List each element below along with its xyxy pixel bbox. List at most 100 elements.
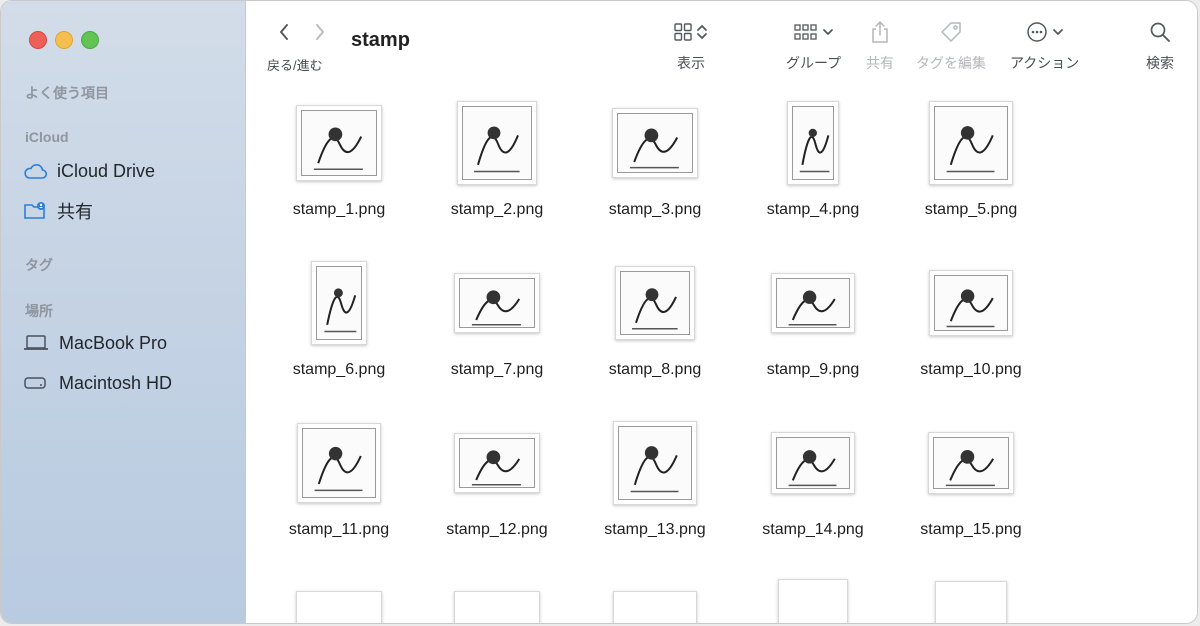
stamp-illustration (620, 271, 690, 335)
zoom-button[interactable] (81, 31, 99, 49)
file-item[interactable]: stamp_4.png (738, 87, 888, 237)
file-thumbnail[interactable] (613, 591, 697, 623)
sidebar-section-favorites: よく使う項目 (25, 85, 109, 101)
file-item[interactable]: stamp_3.png (580, 87, 730, 237)
action-label: アクション (1010, 55, 1080, 71)
stamp-illustration (459, 438, 535, 488)
chevron-down-icon (822, 29, 833, 35)
file-item[interactable]: stamp_8.png (580, 247, 730, 397)
sidebar-item-icloud-drive[interactable]: iCloud Drive (23, 158, 233, 184)
sidebar-item-macintosh-hd[interactable]: Macintosh HD (23, 370, 233, 396)
stamp-illustration (459, 278, 535, 328)
file-thumbnail[interactable] (454, 273, 540, 333)
chevron-up-down-icon (697, 25, 707, 39)
file-item[interactable]: stamp_7.png (422, 247, 572, 397)
sidebar-section-tags: タグ (25, 257, 53, 273)
file-name[interactable]: stamp_9.png (738, 361, 888, 379)
file-name[interactable]: stamp_2.png (422, 201, 572, 219)
grid-icon (674, 23, 692, 41)
tags-label: タグを編集 (916, 55, 986, 71)
toolbar: 戻る/進む stamp 表示 グループ 共有 タグを編集 アクション 検索 (246, 1, 1197, 87)
file-thumbnail[interactable] (613, 421, 697, 505)
file-name[interactable]: stamp_6.png (264, 361, 414, 379)
file-thumbnail[interactable] (928, 432, 1014, 494)
share-button[interactable]: 共有 (866, 17, 894, 73)
sidebar: よく使う項目 iCloud iCloud Drive 共有 タグ 場所 MacB… (1, 1, 246, 623)
file-name[interactable]: stamp_14.png (738, 521, 888, 539)
file-name[interactable]: stamp_8.png (580, 361, 730, 379)
file-item[interactable]: stamp_9.png (738, 247, 888, 397)
file-name[interactable]: stamp_13.png (580, 521, 730, 539)
group-label: グループ (786, 55, 842, 71)
sidebar-item-macbook-pro[interactable]: MacBook Pro (23, 330, 233, 356)
file-grid: stamp_1.png stamp_2.png stamp_3.png stamp_4… (246, 87, 1197, 623)
file-thumbnail[interactable] (615, 266, 695, 340)
sidebar-section-locations: 場所 (25, 303, 53, 319)
close-button[interactable] (29, 31, 47, 49)
file-name[interactable]: stamp_15.png (896, 521, 1046, 539)
minimize-button[interactable] (55, 31, 73, 49)
file-thumbnail[interactable] (929, 270, 1013, 336)
sidebar-item-shared[interactable]: 共有 (23, 198, 233, 224)
file-thumbnail[interactable] (935, 581, 1007, 623)
view-label: 表示 (677, 55, 705, 71)
group-button[interactable]: グループ (786, 17, 841, 73)
view-button[interactable]: 表示 (674, 17, 708, 73)
chevron-left-icon (280, 24, 288, 40)
file-item[interactable]: stamp_12.png (422, 407, 572, 557)
file-thumbnail[interactable] (457, 101, 537, 185)
file-item[interactable]: stamp_11.png (264, 407, 414, 557)
file-item[interactable]: stamp_10.png (896, 247, 1046, 397)
file-item[interactable]: stamp_1.png (264, 87, 414, 237)
file-name[interactable]: stamp_11.png (264, 521, 414, 539)
cloud-icon (24, 164, 47, 179)
file-name[interactable]: stamp_5.png (896, 201, 1046, 219)
file-thumbnail[interactable] (771, 273, 855, 333)
file-thumbnail[interactable] (454, 433, 540, 493)
stamp-illustration (776, 278, 850, 328)
file-name[interactable]: stamp_12.png (422, 521, 572, 539)
file-thumbnail[interactable] (454, 591, 540, 623)
search-icon (1150, 22, 1170, 42)
file-name[interactable]: stamp_4.png (738, 201, 888, 219)
forward-button[interactable] (308, 19, 332, 45)
shared-folder-icon (24, 202, 45, 219)
file-thumbnail[interactable] (612, 108, 698, 178)
action-button[interactable]: アクション (1010, 17, 1079, 73)
file-thumbnail[interactable] (929, 101, 1013, 185)
file-name[interactable]: stamp_10.png (896, 361, 1046, 379)
file-thumbnail[interactable] (297, 423, 381, 503)
file-thumbnail[interactable] (771, 432, 855, 494)
file-name[interactable]: stamp_1.png (264, 201, 414, 219)
stamp-illustration (776, 437, 850, 489)
file-item[interactable]: stamp_15.png (896, 407, 1046, 557)
stamp-illustration (934, 106, 1008, 180)
back-button[interactable] (272, 19, 296, 45)
file-item[interactable]: stamp_6.png (264, 247, 414, 397)
file-thumbnail[interactable] (311, 261, 367, 345)
file-item[interactable]: stamp_14.png (738, 407, 888, 557)
sidebar-item-label: 共有 (57, 202, 93, 222)
search-label: 検索 (1146, 55, 1174, 71)
file-item[interactable]: stamp_5.png (896, 87, 1046, 237)
search-button[interactable]: 検索 (1146, 17, 1174, 73)
edit-tags-button[interactable]: タグを編集 (916, 17, 986, 73)
file-thumbnail[interactable] (778, 579, 848, 623)
file-name[interactable]: stamp_3.png (580, 201, 730, 219)
chevron-down-icon (1052, 29, 1063, 35)
stamp-illustration (933, 437, 1009, 489)
file-thumbnail[interactable] (296, 105, 382, 181)
finder-window: よく使う項目 iCloud iCloud Drive 共有 タグ 場所 MacB… (0, 0, 1198, 624)
file-thumbnail[interactable] (787, 101, 839, 185)
file-item[interactable]: stamp_2.png (422, 87, 572, 237)
file-thumbnail[interactable] (296, 591, 382, 623)
stamp-illustration (316, 266, 362, 340)
sidebar-item-label: iCloud Drive (57, 160, 156, 181)
stamp-illustration (618, 426, 692, 500)
back-forward-label: 戻る/進む (267, 58, 323, 73)
window-controls (29, 31, 99, 49)
sidebar-item-label: MacBook Pro (59, 332, 168, 353)
file-name[interactable]: stamp_7.png (422, 361, 572, 379)
file-item[interactable]: stamp_13.png (580, 407, 730, 557)
folder-title: stamp (351, 29, 410, 51)
